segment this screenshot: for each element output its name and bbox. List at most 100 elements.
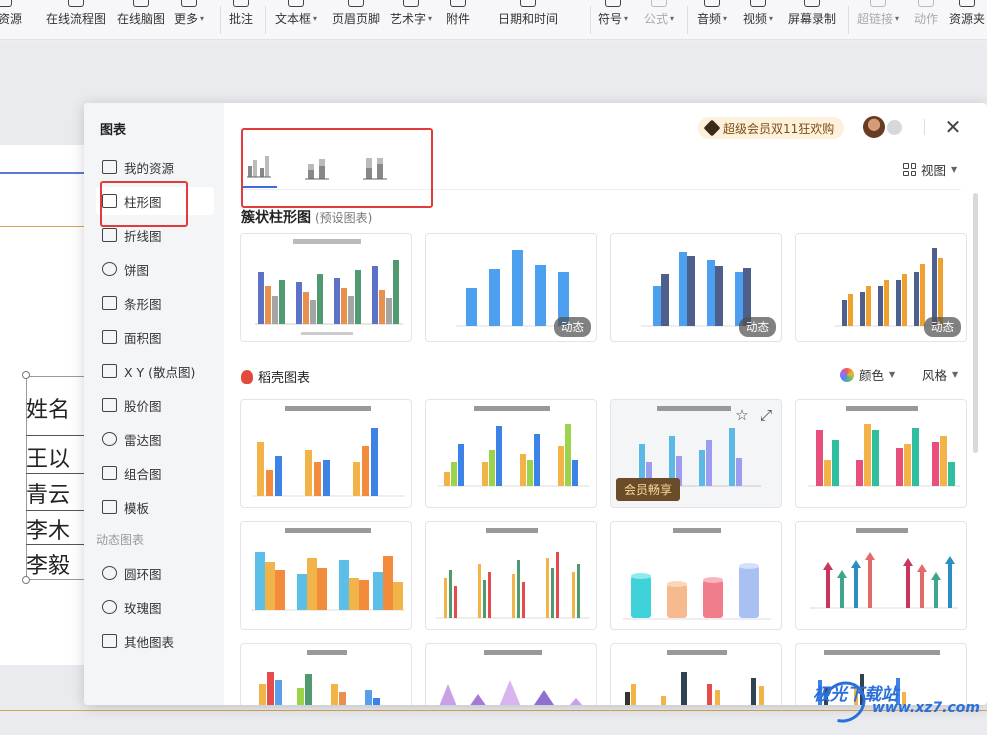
toolbar-button-label: 动作 [914, 12, 939, 26]
toolbar-button[interactable]: 音频 ▾ [697, 0, 727, 40]
sidebar-item[interactable]: 股价图 [96, 391, 214, 419]
table-cell[interactable]: 李木 [26, 513, 70, 545]
toolbar-button-label: 视频 [743, 12, 768, 26]
chevron-down-icon: ▾ [624, 14, 629, 23]
toolbar-button-label: 资源夹 [949, 12, 986, 26]
chart-template-card[interactable] [240, 399, 412, 508]
sidebar-item[interactable]: 模板 [96, 493, 214, 521]
promo-banner[interactable]: 超级会员双11狂欢购 [698, 117, 845, 139]
sidebar-section-dynamic: 动态图表 [96, 533, 145, 547]
scatter-icon [102, 364, 117, 378]
chart-template-card[interactable] [425, 399, 597, 508]
sidebar-item[interactable]: 组合图 [96, 459, 214, 487]
sidebar-item[interactable]: 饼图 [96, 255, 214, 283]
sidebar-item[interactable]: X Y (散点图) [96, 357, 214, 385]
toolbar-button[interactable]: 附件 [446, 0, 470, 40]
toolbar-button[interactable]: 在线脑图 [117, 0, 165, 40]
table-cell[interactable]: 青云 [26, 477, 70, 509]
avatar[interactable] [863, 116, 885, 138]
toolbar-icon [348, 0, 364, 7]
toolbar-button[interactable]: 符号 ▾ [598, 0, 628, 40]
toolbar-button[interactable]: 艺术字 ▾ [390, 0, 432, 40]
toolbar-button[interactable]: 更多 ▾ [174, 0, 204, 40]
sidebar-item-label: 面积图 [124, 330, 162, 346]
toolbar-icon [0, 0, 12, 7]
sidebar-item[interactable]: 条形图 [96, 289, 214, 317]
toolbar-button-label: 文本框 [275, 12, 312, 26]
sidebar-item-label: 雷达图 [124, 432, 162, 448]
resize-handle[interactable] [22, 576, 30, 584]
toolbar-button[interactable]: 文本框 ▾ [275, 0, 317, 40]
sidebar-item[interactable]: 我的资源 [96, 153, 214, 181]
star-icon[interactable]: ☆ [733, 406, 751, 424]
chart-template-card[interactable]: 动态 [425, 233, 597, 342]
sidebar-item[interactable]: 其他图表 [96, 627, 214, 655]
toolbar-icon [233, 0, 249, 7]
toolbar-button[interactable]: 资源夹 [949, 0, 985, 40]
toolbar-button[interactable]: 超链接 ▾ [857, 0, 899, 40]
sidebar-item-label: 组合图 [124, 466, 162, 482]
toolbar-button[interactable]: 视频 ▾ [743, 0, 773, 40]
chart-thumbnail [623, 528, 771, 620]
dynamic-badge: 动态 [739, 317, 776, 337]
chevron-down-icon: ▼ [889, 370, 896, 379]
chart-template-card[interactable]: 动态 [795, 233, 967, 342]
toolbar-button[interactable]: 动作 [914, 0, 938, 40]
sidebar-item[interactable]: 面积图 [96, 323, 214, 351]
chart-template-card[interactable] [610, 643, 782, 705]
toolbar-button-label: 屏幕录制 [788, 12, 837, 26]
diamond-icon [703, 119, 721, 137]
toolbar-button-label: 公式 [644, 12, 669, 26]
toolbar-button[interactable]: 日期和时间 [498, 0, 558, 40]
dynamic-badge: 动态 [554, 317, 591, 337]
view-toggle[interactable]: 视图 ▼ [903, 160, 957, 179]
chart-template-card[interactable] [795, 521, 967, 630]
chart-thumbnail [436, 528, 590, 619]
expand-icon[interactable]: ⤢ [757, 406, 775, 424]
chart-template-card[interactable] [240, 521, 412, 630]
color-picker[interactable]: 颜色 ▼ [840, 365, 895, 384]
chart-thumbnail [810, 528, 958, 609]
toolbar-icon [288, 0, 305, 7]
table-cell[interactable]: 姓名 [26, 392, 70, 424]
toolbar-button[interactable]: 批注 [229, 0, 253, 40]
table-cell[interactable]: 王以 [26, 441, 70, 473]
toolbar-button[interactable]: 页眉页脚 [332, 0, 380, 40]
sidebar-item[interactable]: 玫瑰图 [96, 593, 214, 621]
close-icon[interactable]: ✕ [941, 115, 965, 139]
toolbar-button-label: 日期和时间 [498, 12, 559, 26]
toolbar-icon [804, 0, 820, 7]
scrollbar[interactable] [973, 193, 978, 453]
toolbar-icon [704, 0, 721, 7]
section-title-store: 稻壳图表 [241, 367, 310, 386]
sidebar-item[interactable]: 圆环图 [96, 559, 214, 587]
chart-template-card[interactable] [240, 233, 412, 342]
chart-thumbnail [625, 650, 764, 705]
toolbar-button[interactable]: 屏幕录制 [788, 0, 836, 40]
sidebar-item[interactable]: 雷达图 [96, 425, 214, 453]
toolbar-button-label: 音频 [697, 12, 722, 26]
sidebar-item-label: 我的资源 [124, 160, 175, 176]
chart-template-card[interactable] [795, 399, 967, 508]
sidebar-item-label: 条形图 [124, 296, 162, 312]
toolbar-button-label: 页眉页脚 [332, 12, 381, 26]
chart-template-card[interactable]: 动态 [610, 233, 782, 342]
chart-template-card[interactable] [240, 643, 412, 705]
chart-template-card-hover[interactable]: ☆ ⤢ 会员畅享 [610, 399, 782, 508]
chart-thumbnail [808, 406, 960, 487]
table-cell[interactable]: 李毅 [26, 548, 70, 580]
style-picker[interactable]: 风格 ▼ [922, 365, 958, 384]
chart-template-card[interactable] [425, 521, 597, 630]
toolbar-button[interactable]: 在线流程图 [46, 0, 106, 40]
sidebar-item-label: 折线图 [124, 228, 162, 244]
chart-template-card[interactable] [425, 643, 597, 705]
toolbar-divider [687, 6, 688, 34]
resize-handle[interactable] [22, 371, 30, 379]
chart-template-card[interactable] [610, 521, 782, 630]
toolbar-button[interactable]: 公式 ▾ [644, 0, 674, 40]
chart-dialog: 图表 我的资源 柱形图 折线图 饼图 条形图 面积图 X Y (散点图) 股价图 雷达图 组合图模… [84, 103, 987, 705]
toolbar-button[interactable]: 壳资源 [0, 0, 22, 40]
vip-badge: 会员畅享 [616, 478, 681, 501]
toolbar-button-label: 艺术字 [390, 12, 427, 26]
template-icon [102, 500, 117, 514]
